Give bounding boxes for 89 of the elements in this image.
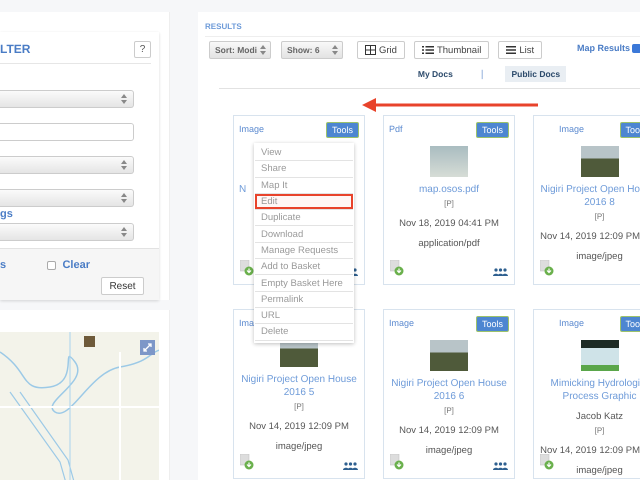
document-title[interactable]: N — [239, 184, 246, 195]
document-title[interactable]: 2016 5 — [284, 387, 314, 398]
filter-title: LTER — [0, 42, 30, 56]
group-icon — [343, 462, 358, 470]
document-title[interactable]: Process Graphic — [562, 391, 636, 402]
tools-button[interactable]: Too — [620, 316, 640, 332]
document-detail: image/jpeg — [276, 441, 322, 452]
document-type: Image — [559, 318, 584, 328]
document-detail: image/jpeg — [426, 445, 472, 456]
clear-checkbox[interactable] — [47, 260, 56, 270]
document-detail: Jacob Katz — [576, 411, 623, 422]
select-field[interactable] — [0, 189, 134, 207]
select-arrow-icon — [332, 45, 338, 55]
results-heading: RESULTS — [205, 22, 243, 33]
document-title[interactable]: 2016 6 — [434, 391, 464, 402]
menu-item[interactable]: Delete — [255, 324, 353, 341]
bulleted-list-icon — [422, 45, 434, 55]
document-download-icon[interactable] — [540, 454, 554, 470]
document-title[interactable]: Nigiri Project Open Ho — [540, 184, 640, 195]
document-detail: [P] — [594, 212, 604, 221]
view-button[interactable]: List — [498, 41, 542, 59]
docs-tab[interactable]: Public Docs — [505, 66, 566, 82]
document-title[interactable]: Nigiri Project Open House — [241, 374, 357, 385]
document-detail: image/jpeg — [576, 465, 623, 476]
select-field[interactable] — [0, 156, 134, 174]
photo-marker-icon[interactable] — [84, 336, 95, 347]
help-button[interactable]: ? — [134, 40, 151, 58]
tools-button[interactable]: Tools — [476, 316, 509, 332]
document-title[interactable]: map.osos.pdf — [418, 184, 480, 195]
menu-item[interactable]: Edit — [255, 194, 353, 210]
document-detail: [P] — [444, 406, 454, 415]
document-download-icon[interactable] — [390, 454, 404, 470]
tools-button[interactable]: Tools — [476, 122, 509, 138]
tools-button[interactable]: Too — [620, 122, 640, 138]
select-field[interactable] — [0, 223, 134, 241]
document-download-icon[interactable] — [240, 260, 254, 276]
document-detail: Nov 14, 2019 12:09 PM — [540, 231, 640, 242]
map-thumbnail-placeholder — [430, 146, 468, 177]
show-select[interactable]: Show: 6 — [281, 41, 343, 59]
document-detail: Nov 14, 2019 12:09 PM — [540, 445, 640, 456]
menu-item[interactable]: Share — [255, 161, 353, 178]
tab-separator: | — [480, 68, 484, 80]
menu-item[interactable]: Add to Basket — [255, 259, 353, 276]
reset-button[interactable]: Reset — [101, 277, 144, 295]
map-results-checkbox[interactable] — [632, 44, 640, 52]
view-button[interactable]: Thumbnail — [414, 41, 490, 59]
menu-item[interactable]: Duplicate — [255, 210, 353, 226]
field-label: gs — [0, 208, 13, 220]
group-icon — [493, 268, 508, 276]
document-detail: Nov 14, 2019 12:09 PM — [249, 421, 349, 432]
document-detail: Nov 18, 2019 04:41 PM — [399, 218, 499, 229]
list-icon — [506, 45, 516, 55]
select-field[interactable] — [0, 90, 134, 108]
document-type: Pdf — [389, 124, 403, 134]
document-download-icon[interactable] — [540, 260, 554, 276]
photo-placeholder — [580, 146, 618, 177]
map-results-link[interactable]: Map Results — [576, 43, 630, 53]
group-icon — [493, 462, 508, 470]
input-field[interactable] — [0, 123, 134, 141]
document-detail: [P] — [594, 426, 604, 435]
document-type: Image — [239, 124, 264, 134]
menu-item[interactable]: View — [255, 145, 353, 162]
select-arrow-icon — [260, 45, 266, 55]
graphic-thumbnail-placeholder — [580, 340, 618, 371]
sort-select[interactable]: Sort: Modi — [209, 41, 271, 59]
document-download-icon[interactable] — [240, 454, 254, 470]
document-type: Image — [559, 124, 584, 134]
clear-link[interactable]: Clear — [62, 259, 90, 271]
document-detail: [P] — [294, 402, 304, 411]
filter-link[interactable]: s — [0, 259, 6, 271]
document-type: Image — [389, 318, 414, 328]
document-title[interactable]: 2016 8 — [584, 197, 615, 208]
document-detail: Nov 14, 2019 12:09 PM — [399, 425, 499, 436]
select-arrow-icon — [121, 160, 127, 170]
document-detail: image/jpeg — [576, 251, 623, 262]
photo-placeholder — [430, 340, 468, 371]
select-arrow-icon — [121, 193, 127, 203]
document-detail: [P] — [444, 199, 454, 208]
document-title[interactable]: Mimicking Hydrologi — [550, 378, 640, 389]
view-button[interactable]: Grid — [357, 41, 405, 59]
document-download-icon[interactable] — [390, 260, 404, 276]
document-type: Ima — [239, 318, 254, 328]
document-detail: application/pdf — [418, 238, 480, 249]
tools-button[interactable]: Tools — [326, 122, 359, 138]
expand-icon[interactable] — [140, 340, 155, 355]
select-arrow-icon — [121, 94, 127, 104]
select-arrow-icon — [121, 227, 127, 237]
grid-icon — [365, 45, 376, 55]
document-title[interactable]: Nigiri Project Open House — [391, 378, 507, 389]
